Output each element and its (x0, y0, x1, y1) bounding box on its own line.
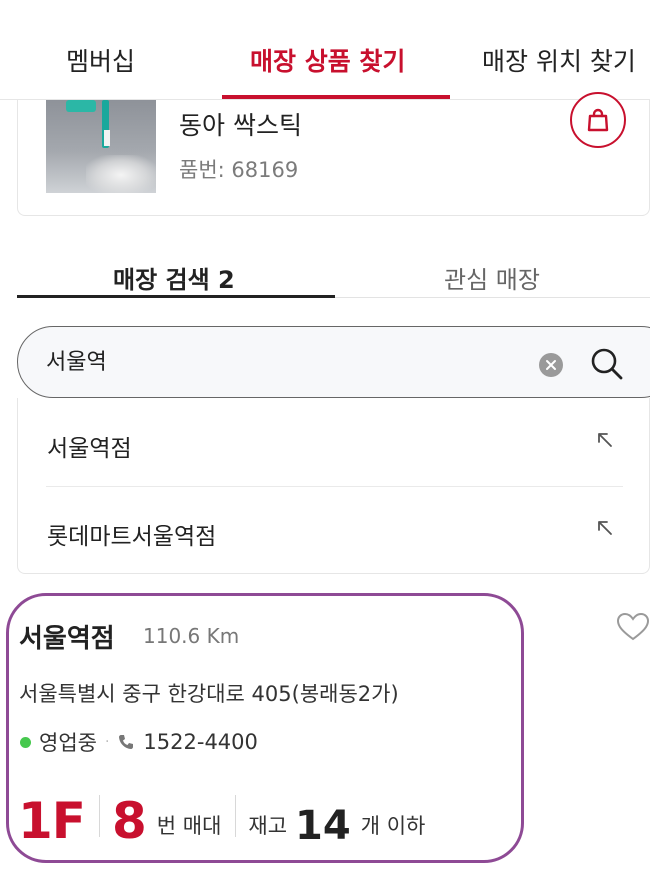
divider (98, 795, 100, 837)
top-navigation: 멤버십 매장 상품 찾기 매장 위치 찾기 (0, 0, 650, 100)
store-phone[interactable]: 1522-4400 (143, 730, 257, 754)
product-name: 동아 싹스틱 (179, 111, 302, 140)
product-image (46, 100, 156, 193)
product-code: 품번: 68169 (179, 158, 299, 182)
aisle-number: 8 (111, 792, 147, 850)
stock-number: 14 (295, 803, 351, 849)
store-status-row: 영업중 · 1522-4400 (20, 727, 258, 757)
clear-icon (546, 360, 556, 370)
suggestion-item[interactable]: 롯데마트서울역점 (18, 486, 650, 574)
store-stock-row: 1F 8 번 매대 재고 14 개 이하 (18, 786, 425, 846)
phone-icon (119, 735, 134, 749)
tab-membership[interactable]: 멤버십 (66, 42, 135, 78)
divider (235, 795, 237, 837)
store-result-card[interactable]: 서울역점 110.6 Km 서울특별시 중구 한강대로 405(봉래동2가) 영… (6, 593, 524, 863)
floor-label: 1F (18, 792, 86, 850)
store-name: 서울역점 (19, 624, 115, 654)
shopping-bag-icon (587, 108, 609, 132)
stock-label: 재고 (248, 814, 288, 838)
aisle-label: 번 매대 (156, 814, 222, 838)
search-button[interactable] (588, 345, 626, 383)
heart-icon[interactable] (616, 612, 650, 642)
suggestion-item[interactable]: 서울역점 (18, 398, 650, 486)
product-card: 동아 싹스틱 품번: 68169 (17, 92, 650, 216)
tab-store-location-search[interactable]: 매장 위치 찾기 (482, 42, 636, 78)
clear-button[interactable] (539, 353, 563, 377)
store-distance: 110.6 Km (143, 624, 240, 648)
arrow-up-left-icon[interactable] (595, 430, 615, 450)
suggestion-label: 서울역점 (47, 436, 132, 462)
active-tab-indicator (222, 95, 450, 99)
search-suggestions: 서울역점 롯데마트서울역점 (17, 398, 650, 574)
stock-unit: 개 이하 (360, 814, 426, 838)
suggestion-label: 롯데마트서울역점 (47, 524, 217, 550)
divider (46, 486, 623, 487)
open-status-dot (20, 736, 31, 748)
search-box (17, 326, 650, 398)
search-input[interactable] (46, 347, 526, 372)
tab-store-search[interactable]: 매장 검색 2 (113, 260, 235, 295)
shopping-bag-button[interactable] (570, 92, 626, 148)
active-subtab-indicator (17, 295, 335, 298)
store-subtabs: 매장 검색 2 관심 매장 (17, 240, 650, 298)
search-icon (591, 348, 623, 380)
tab-favorite-stores[interactable]: 관심 매장 (444, 260, 540, 295)
store-address: 서울특별시 중구 한강대로 405(봉래동2가) (19, 682, 399, 706)
tab-store-product-search[interactable]: 매장 상품 찾기 (250, 42, 405, 78)
separator: · (104, 734, 110, 750)
store-status: 영업중 (39, 731, 97, 755)
arrow-up-left-icon[interactable] (595, 518, 615, 538)
